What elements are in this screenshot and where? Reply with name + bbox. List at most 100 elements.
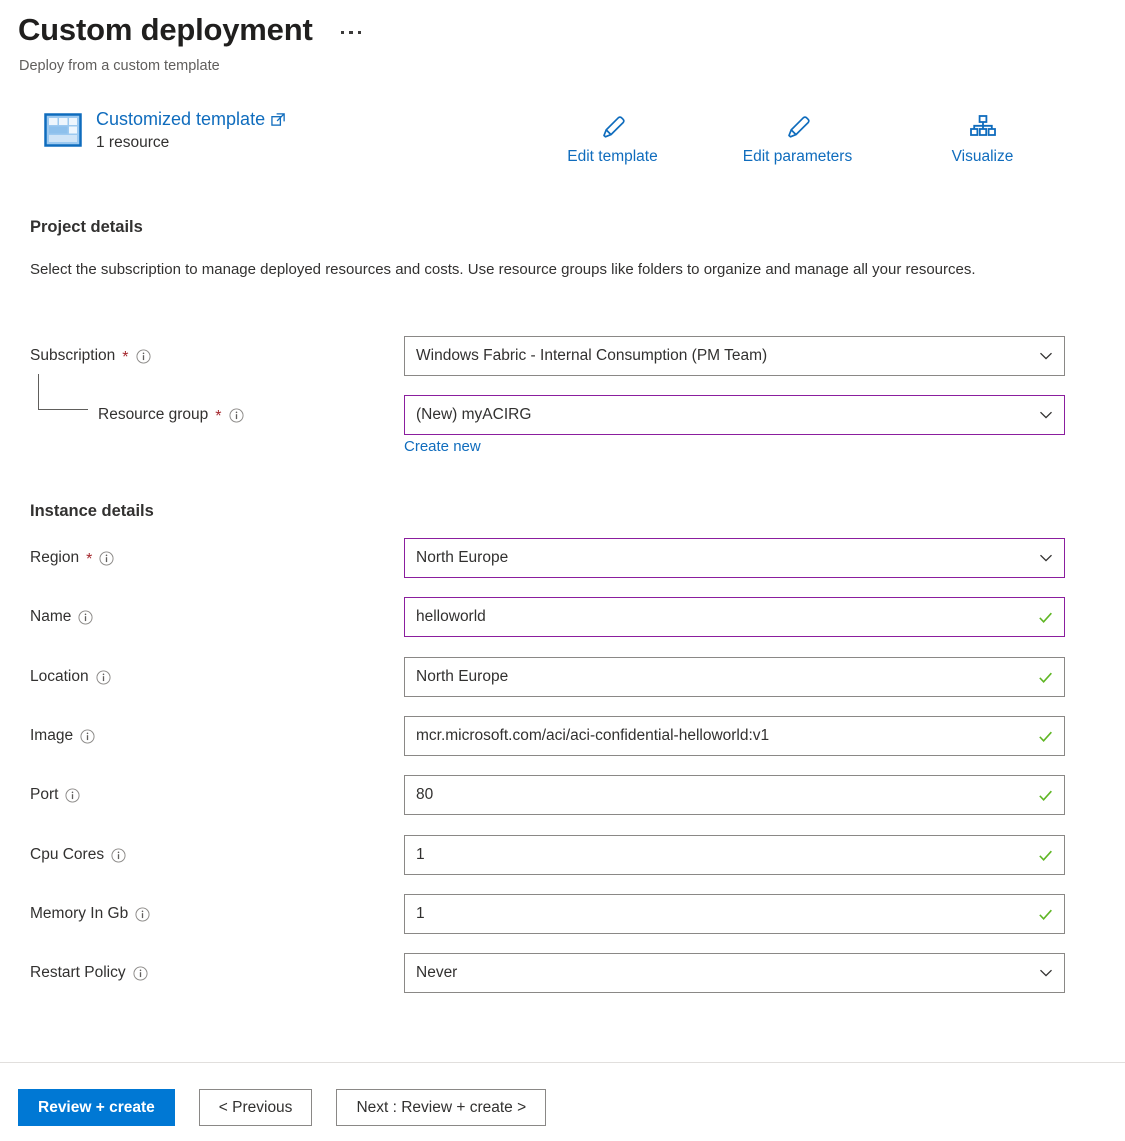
region-label: Region * — [30, 538, 114, 578]
location-value: North Europe — [416, 668, 1037, 686]
info-icon[interactable] — [111, 848, 126, 863]
project-details-description: Select the subscription to manage deploy… — [30, 258, 1020, 282]
valid-check-icon — [1037, 728, 1054, 745]
template-grid-icon — [44, 111, 82, 149]
field-row-restart-policy: Restart Policy Never — [0, 953, 1125, 993]
region-value: North Europe — [416, 549, 1038, 567]
resource-group-label: Resource group * — [98, 395, 244, 435]
footer-separator — [0, 1062, 1125, 1063]
subscription-value: Windows Fabric - Internal Consumption (P… — [416, 347, 1038, 365]
page-header: Custom deployment — [18, 10, 363, 50]
hierarchy-icon — [967, 112, 999, 142]
name-field-wrap: helloworld — [404, 597, 1065, 637]
cpu-cores-input[interactable]: 1 — [404, 835, 1065, 875]
info-icon[interactable] — [80, 729, 95, 744]
info-icon[interactable] — [78, 610, 93, 625]
location-label: Location — [30, 657, 111, 697]
restart-policy-field-wrap: Never — [404, 953, 1065, 993]
resource-group-select[interactable]: (New) myACIRG — [404, 395, 1065, 435]
previous-button[interactable]: < Previous — [199, 1089, 313, 1126]
subscription-field-wrap: Windows Fabric - Internal Consumption (P… — [404, 336, 1065, 376]
valid-check-icon — [1037, 669, 1054, 686]
info-icon[interactable] — [135, 907, 150, 922]
chevron-down-icon — [1038, 965, 1054, 981]
create-new-resource-group-link[interactable]: Create new — [404, 438, 481, 455]
memory-in-gb-field-wrap: 1 — [404, 894, 1065, 934]
cpu-cores-value: 1 — [416, 846, 1037, 864]
info-icon[interactable] — [136, 349, 151, 364]
resource-group-value: (New) myACIRG — [416, 406, 1038, 424]
edit-parameters-label: Edit parameters — [743, 148, 852, 166]
region-select[interactable]: North Europe — [404, 538, 1065, 578]
info-icon[interactable] — [65, 788, 80, 803]
field-row-image: Image mcr.microsoft.com/aci/aci-confiden… — [0, 716, 1125, 756]
required-marker: * — [86, 552, 92, 568]
info-icon[interactable] — [96, 670, 111, 685]
valid-check-icon — [1037, 609, 1054, 626]
template-bar: Customized template 1 resource Edit temp… — [0, 100, 1125, 175]
footer-actions: Review + create < Previous Next : Review… — [18, 1089, 546, 1126]
port-label: Port — [30, 775, 80, 815]
name-input[interactable]: helloworld — [404, 597, 1065, 637]
pencil-icon — [597, 112, 629, 142]
required-marker: * — [122, 350, 128, 366]
customized-template-link[interactable]: Customized template — [96, 107, 286, 131]
template-summary: Customized template 1 resource — [44, 107, 286, 152]
image-value: mcr.microsoft.com/aci/aci-confidential-h… — [416, 727, 1037, 745]
valid-check-icon — [1037, 906, 1054, 923]
field-row-resource-group: Resource group * (New) myACIRG — [0, 395, 1125, 435]
memory-in-gb-value: 1 — [416, 905, 1037, 923]
location-input[interactable]: North Europe — [404, 657, 1065, 697]
image-field-wrap: mcr.microsoft.com/aci/aci-confidential-h… — [404, 716, 1065, 756]
field-row-region: Region * North Europe — [0, 538, 1125, 578]
image-label: Image — [30, 716, 95, 756]
chevron-down-icon — [1038, 550, 1054, 566]
location-field-wrap: North Europe — [404, 657, 1065, 697]
field-row-location: Location North Europe — [0, 657, 1125, 697]
info-icon[interactable] — [133, 966, 148, 981]
memory-in-gb-label: Memory In Gb — [30, 894, 150, 934]
template-actions: Edit template Edit parameters — [520, 108, 1075, 170]
memory-in-gb-input[interactable]: 1 — [404, 894, 1065, 934]
restart-policy-select[interactable]: Never — [404, 953, 1065, 993]
required-marker: * — [215, 409, 221, 425]
page-title: Custom deployment — [18, 10, 313, 50]
customized-template-label: Customized template — [96, 107, 265, 131]
region-field-wrap: North Europe — [404, 538, 1065, 578]
page-subtitle: Deploy from a custom template — [19, 58, 220, 74]
cpu-cores-label: Cpu Cores — [30, 835, 126, 875]
review-create-button[interactable]: Review + create — [18, 1089, 175, 1126]
field-row-subscription: Subscription * Windows Fabric - Internal… — [0, 336, 1125, 376]
field-row-name: Name helloworld — [0, 597, 1125, 637]
port-input[interactable]: 80 — [404, 775, 1065, 815]
info-icon[interactable] — [229, 408, 244, 423]
next-review-create-button[interactable]: Next : Review + create > — [336, 1089, 546, 1126]
edit-template-button[interactable]: Edit template — [520, 108, 705, 170]
project-details-heading: Project details — [30, 218, 143, 237]
restart-policy-value: Never — [416, 964, 1038, 982]
valid-check-icon — [1037, 847, 1054, 864]
info-icon[interactable] — [99, 551, 114, 566]
visualize-button[interactable]: Visualize — [890, 108, 1075, 170]
more-options-icon[interactable] — [339, 25, 364, 41]
image-input[interactable]: mcr.microsoft.com/aci/aci-confidential-h… — [404, 716, 1065, 756]
port-field-wrap: 80 — [404, 775, 1065, 815]
cpu-cores-field-wrap: 1 — [404, 835, 1065, 875]
restart-policy-label: Restart Policy — [30, 953, 148, 993]
name-label: Name — [30, 597, 93, 637]
pencil-icon — [782, 112, 814, 142]
field-row-cpu-cores: Cpu Cores 1 — [0, 835, 1125, 875]
field-row-memory-in-gb: Memory In Gb 1 — [0, 894, 1125, 934]
chevron-down-icon — [1038, 348, 1054, 364]
external-link-icon — [271, 112, 286, 127]
valid-check-icon — [1037, 787, 1054, 804]
resource-group-field-wrap: (New) myACIRG — [404, 395, 1065, 435]
edit-parameters-button[interactable]: Edit parameters — [705, 108, 890, 170]
chevron-down-icon — [1038, 407, 1054, 423]
resource-count-label: 1 resource — [96, 134, 286, 152]
custom-deployment-page: Custom deployment Deploy from a custom t… — [0, 0, 1125, 1141]
subscription-label: Subscription * — [30, 336, 151, 376]
port-value: 80 — [416, 786, 1037, 804]
subscription-select[interactable]: Windows Fabric - Internal Consumption (P… — [404, 336, 1065, 376]
field-row-port: Port 80 — [0, 775, 1125, 815]
